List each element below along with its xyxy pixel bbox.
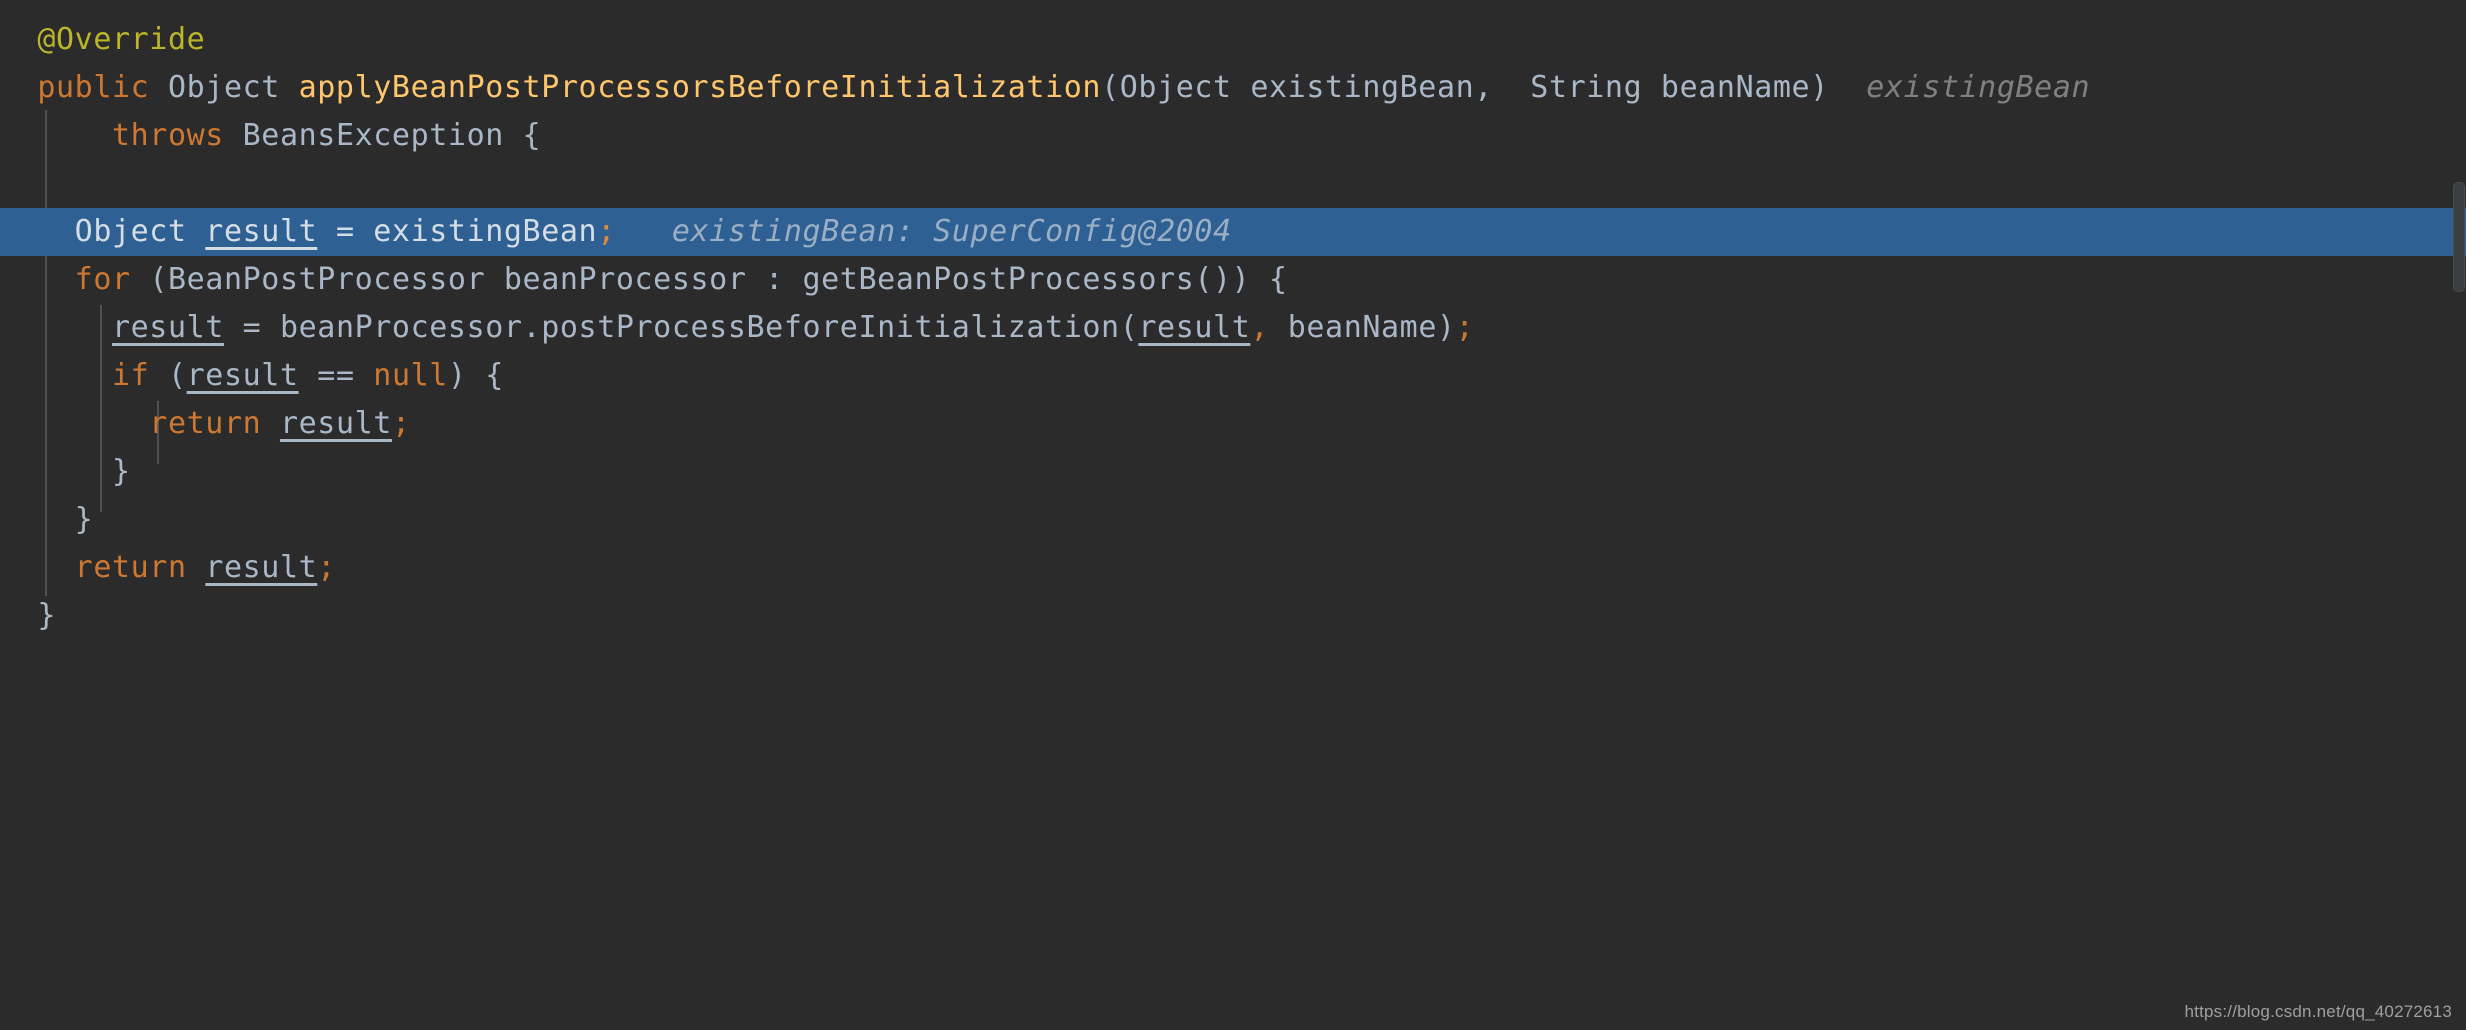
code-line-6[interactable]: result = beanProcessor.postProcessBefore… (0, 304, 2466, 352)
exception-type-beansexception: BeansException { (223, 118, 542, 153)
code-line-8[interactable]: return result; (0, 400, 2466, 448)
params-first: (Object existingBean, (1101, 70, 1512, 105)
space-11 (187, 550, 206, 585)
semicolon-line8: ; (391, 406, 411, 441)
code-line-3[interactable]: throws BeansException { (0, 112, 2466, 160)
param-hint-existingbean: existingBean (1866, 70, 2091, 105)
code-line-2[interactable]: public Object applyBeanPostProcessorsBef… (0, 64, 2466, 112)
method-name-applybeanpostprocessorsbeforeinitialization: applyBeanPostProcessorsBeforeInitializat… (298, 70, 1102, 105)
type-object: Object (149, 70, 299, 105)
debug-value-hint-existingbean: existingBean: SuperConfig@2004 (671, 214, 1232, 249)
watermark-url: https://blog.csdn.net/qq_40272613 (2184, 1002, 2452, 1021)
keyword-public: public (37, 70, 150, 105)
equality-operator: == (298, 358, 374, 393)
code-line-12[interactable]: } (0, 592, 2466, 640)
keyword-return-inner: return (149, 406, 262, 441)
code-line-5[interactable]: for (BeanPostProcessor beanProcessor : g… (0, 256, 2466, 304)
annotation-override: @Override (37, 22, 206, 57)
vertical-scrollbar-track[interactable] (2453, 0, 2466, 1030)
local-variable-result: result (205, 214, 318, 249)
return-variable-result-inner: result (279, 406, 392, 441)
space-8 (261, 406, 280, 441)
assignment-existingbean: = existingBean (317, 214, 598, 249)
keyword-null: null (373, 358, 448, 393)
keyword-return-outer: return (74, 550, 187, 585)
return-variable-result-outer: result (205, 550, 318, 585)
if-paren-open: ( (149, 358, 187, 393)
comma-separator: , (1250, 310, 1270, 345)
argument-result: result (1138, 310, 1251, 345)
local-variable-result-assign: result (111, 310, 224, 345)
argument-beanname: beanName) (1269, 310, 1456, 345)
closing-brace-method: } (37, 598, 56, 633)
keyword-for: for (74, 262, 131, 297)
method-call-postprocessbeforeinitialization: = beanProcessor.postProcessBeforeInitial… (223, 310, 1139, 345)
semicolon-line11: ; (317, 550, 336, 585)
code-line-1[interactable]: @Override (0, 16, 2466, 64)
condition-variable-result: result (186, 358, 299, 393)
code-lines: @Override public Object applyBeanPostPro… (0, 0, 2466, 1030)
keyword-if: if (111, 358, 150, 393)
closing-brace-if: } (111, 454, 131, 489)
params-second: String beanName) (1511, 70, 1829, 105)
semicolon: ; (597, 214, 616, 249)
closing-brace-for: } (74, 502, 94, 537)
for-loop-body: (BeanPostProcessor beanProcessor : getBe… (130, 262, 1288, 297)
code-line-9[interactable]: } (0, 448, 2466, 496)
if-close-brace: ) { (447, 358, 504, 393)
code-line-11[interactable]: return result; (0, 544, 2466, 592)
vertical-scrollbar-thumb[interactable] (2453, 182, 2465, 292)
type-object-decl: Object (74, 214, 206, 249)
semicolon-line6: ; (1455, 310, 1475, 345)
code-line-7[interactable]: if (result == null) { (0, 352, 2466, 400)
code-editor[interactable]: @Override public Object applyBeanPostPro… (0, 0, 2466, 1030)
code-line-4-selected[interactable]: Object result = existingBean; existingBe… (0, 208, 2466, 256)
code-line-10[interactable]: } (0, 496, 2466, 544)
keyword-throws: throws (111, 118, 224, 153)
